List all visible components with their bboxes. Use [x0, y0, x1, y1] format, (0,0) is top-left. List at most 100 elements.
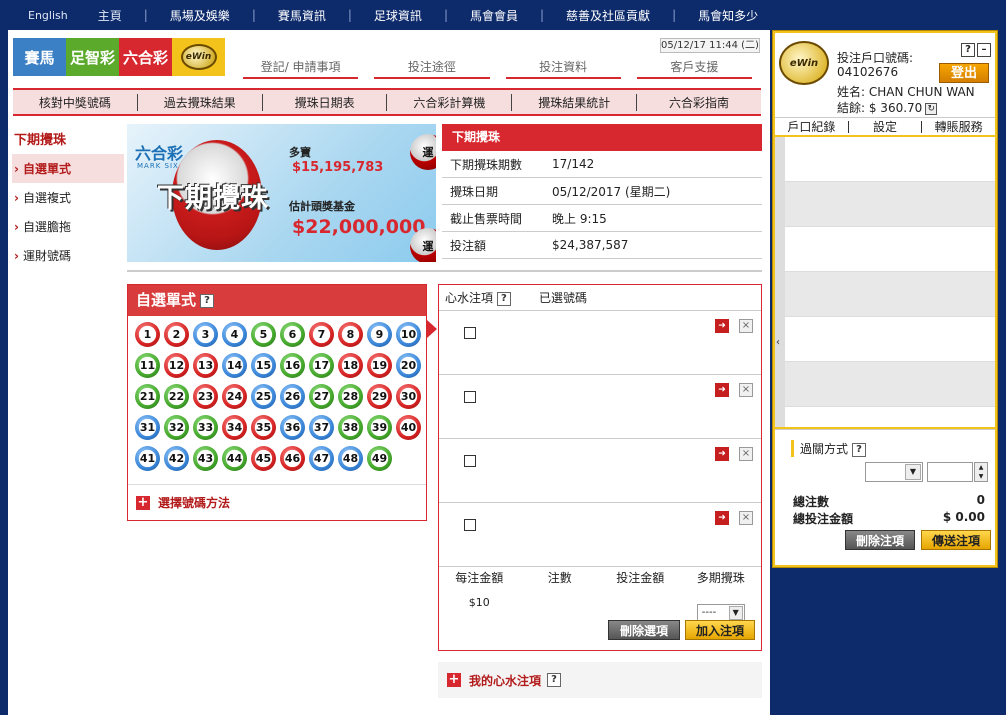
nav-item-venues[interactable]: 馬場及娛樂 [170, 7, 230, 24]
help-icon[interactable]: ? [547, 673, 562, 687]
nav-item-racing[interactable]: 賽馬資訊 [278, 7, 326, 24]
number-ball[interactable]: 36 [280, 415, 305, 440]
number-ball[interactable]: 33 [193, 415, 218, 440]
link-settings[interactable]: 設定 [849, 120, 923, 133]
nav-item-membership[interactable]: 馬會會員 [470, 7, 518, 24]
send-arrow-icon[interactable]: ➜ [715, 383, 729, 397]
number-ball[interactable]: 24 [222, 384, 247, 409]
number-ball[interactable]: 5 [251, 322, 276, 347]
mark-six-tab[interactable]: 六合彩 [119, 38, 172, 76]
help-icon[interactable]: ? [852, 442, 867, 457]
delete-bets-button[interactable]: 刪除注項 [845, 530, 915, 550]
number-ball[interactable]: 48 [338, 446, 363, 471]
link-customer-support[interactable]: 客戶支援 [636, 58, 752, 79]
number-ball[interactable]: 46 [280, 446, 305, 471]
number-ball[interactable]: 8 [338, 322, 363, 347]
nav-item-charity[interactable]: 慈善及社區貢獻 [566, 7, 650, 24]
menu-draw-schedule[interactable]: 攪珠日期表 [263, 93, 388, 111]
number-ball[interactable]: 37 [309, 415, 334, 440]
number-ball[interactable]: 41 [135, 446, 160, 471]
number-ball[interactable]: 26 [280, 384, 305, 409]
link-transfer[interactable]: 轉賬服務 [922, 121, 995, 133]
nav-item-football[interactable]: 足球資訊 [374, 7, 422, 24]
choose-method-toggle[interactable]: + 選擇號碼方法 [128, 484, 426, 520]
help-icon[interactable]: ? [200, 293, 215, 308]
number-ball[interactable]: 9 [367, 322, 392, 347]
number-ball[interactable]: 45 [251, 446, 276, 471]
number-ball[interactable]: 6 [280, 322, 305, 347]
number-ball[interactable]: 49 [367, 446, 392, 471]
number-ball[interactable]: 2 [164, 322, 189, 347]
nav-item-about[interactable]: 馬會知多少 [698, 7, 758, 24]
left-menu-lucky[interactable]: › 運財號碼 [12, 241, 124, 270]
menu-past-results[interactable]: 過去攪珠結果 [138, 93, 263, 111]
favourite-checkbox[interactable] [464, 391, 476, 403]
stepper-icon[interactable]: ▲ ▼ [974, 462, 988, 482]
delete-icon[interactable]: × [739, 319, 753, 333]
left-menu-heading[interactable]: 下期攪珠 [12, 125, 124, 154]
send-arrow-icon[interactable]: ➜ [715, 511, 729, 525]
link-registration[interactable]: 登記/ 申請事項 [243, 58, 359, 79]
logout-button[interactable]: 登出 [939, 63, 989, 83]
home-link[interactable]: 主頁 [98, 7, 122, 24]
delete-icon[interactable]: × [739, 447, 753, 461]
number-ball[interactable]: 39 [367, 415, 392, 440]
allup-formula-select[interactable]: ▼ [865, 462, 923, 482]
favourite-checkbox[interactable] [464, 327, 476, 339]
number-ball[interactable]: 19 [367, 353, 392, 378]
next-draw-banner[interactable]: 六合彩 MARK SIX 下期攪珠 多寶 $15,195,783 估計頭獎基金 … [127, 124, 436, 262]
minimize-icon[interactable]: – [977, 43, 991, 57]
link-account-records[interactable]: 戶口紀錄 [775, 120, 849, 133]
number-ball[interactable]: 31 [135, 415, 160, 440]
refresh-icon[interactable]: ↻ [925, 102, 938, 115]
number-ball[interactable]: 15 [251, 353, 276, 378]
link-betting-channels[interactable]: 投注途徑 [374, 58, 490, 79]
number-ball[interactable]: 38 [338, 415, 363, 440]
favourite-checkbox[interactable] [464, 519, 476, 531]
delete-icon[interactable]: × [739, 383, 753, 397]
number-ball[interactable]: 47 [309, 446, 334, 471]
number-ball[interactable]: 22 [164, 384, 189, 409]
number-ball[interactable]: 28 [338, 384, 363, 409]
send-bets-button[interactable]: 傳送注項 [921, 530, 991, 550]
number-ball[interactable]: 13 [193, 353, 218, 378]
football-tab[interactable]: 足智彩 [66, 38, 119, 76]
menu-guide[interactable]: 六合彩指南 [637, 94, 761, 111]
number-ball[interactable]: 1 [135, 322, 160, 347]
allup-amount-input[interactable] [927, 462, 973, 482]
left-menu-banker[interactable]: › 自選膽拖 [12, 212, 124, 241]
clear-selection-button[interactable]: 刪除選項 [608, 620, 680, 640]
number-ball[interactable]: 42 [164, 446, 189, 471]
number-ball[interactable]: 34 [222, 415, 247, 440]
number-ball[interactable]: 10 [396, 322, 421, 347]
add-bet-button[interactable]: 加入注項 [685, 620, 755, 640]
number-ball[interactable]: 17 [309, 353, 334, 378]
help-icon[interactable]: ? [496, 291, 511, 306]
favourite-checkbox[interactable] [464, 455, 476, 467]
number-ball[interactable]: 27 [309, 384, 334, 409]
number-ball[interactable]: 35 [251, 415, 276, 440]
ewin-tab[interactable]: eWin [172, 38, 225, 76]
left-menu-multiple[interactable]: › 自選複式 [12, 183, 124, 212]
number-ball[interactable]: 4 [222, 322, 247, 347]
left-menu-single[interactable]: › 自選單式 [12, 154, 124, 183]
menu-calculator[interactable]: 六合彩計算機 [387, 93, 513, 111]
number-ball[interactable]: 43 [193, 446, 218, 471]
link-betting-info[interactable]: 投注資料 [505, 58, 621, 79]
menu-check-results[interactable]: 核對中獎號碼 [13, 93, 138, 111]
number-ball[interactable]: 12 [164, 353, 189, 378]
number-ball[interactable]: 16 [280, 353, 305, 378]
number-ball[interactable]: 3 [193, 322, 218, 347]
number-ball[interactable]: 32 [164, 415, 189, 440]
horse-racing-tab[interactable]: 賽馬 [13, 38, 66, 76]
number-ball[interactable]: 11 [135, 353, 160, 378]
delete-icon[interactable]: × [739, 511, 753, 525]
help-icon[interactable]: ? [961, 43, 975, 57]
number-ball[interactable]: 21 [135, 384, 160, 409]
number-ball[interactable]: 29 [367, 384, 392, 409]
menu-statistics[interactable]: 攪珠結果統計 [512, 93, 638, 111]
number-ball[interactable]: 25 [251, 384, 276, 409]
collapse-handle[interactable]: ‹ [775, 137, 785, 427]
number-ball[interactable]: 18 [338, 353, 363, 378]
send-arrow-icon[interactable]: ➜ [715, 447, 729, 461]
